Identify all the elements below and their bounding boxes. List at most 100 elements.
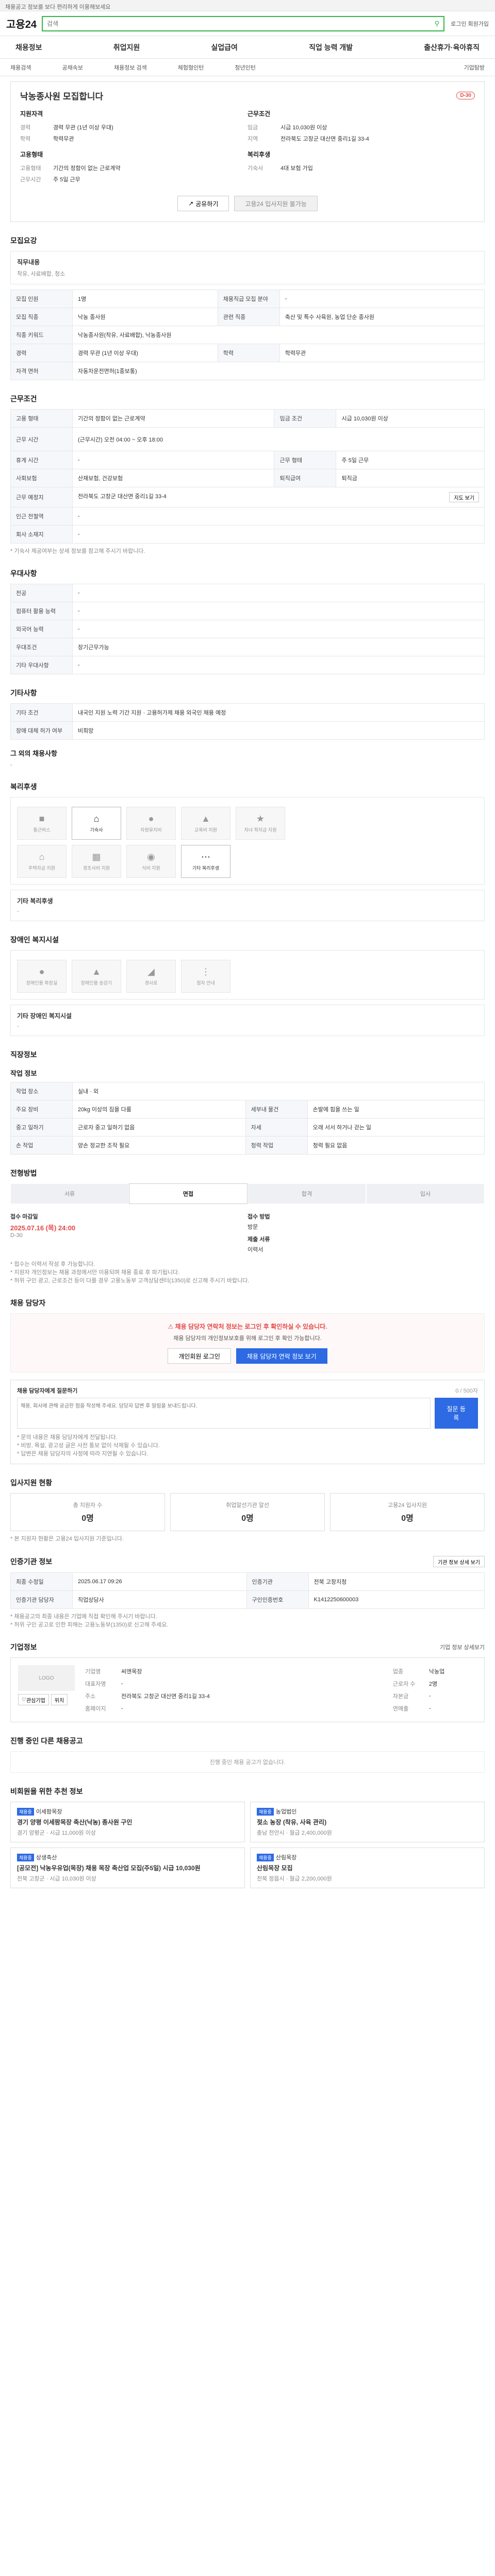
cell-value: 근로자 중고 일하기 없음 (72, 1118, 246, 1137)
submenu-item[interactable]: 청년인턴 (235, 63, 255, 72)
question-submit-button[interactable]: 질문 등록 (434, 1398, 478, 1429)
status-label: 총 지원자 수 (73, 1502, 103, 1509)
follow-company-button[interactable]: ♡ 관심기업 (18, 1694, 49, 1705)
cell-value: 청력 필요 없음 (307, 1136, 485, 1155)
cell-value: 낙농종사원(착유, 사료배합), 낙농종사원 (72, 326, 485, 344)
cell-label: 퇴직급여 (274, 469, 337, 487)
cell-label: 컴퓨터 활용 능력 (10, 602, 73, 620)
follow-label: 관심기업 (26, 1698, 45, 1704)
cell-label: 대표자명 (85, 1681, 106, 1687)
search-input[interactable] (47, 20, 435, 27)
welfare-label: 경조사비 지원 (82, 866, 110, 871)
submenu-item[interactable]: 기업탐방 (464, 63, 485, 72)
search-icon[interactable]: ⚲ (435, 20, 440, 28)
company-detail-link[interactable]: 기업 정보 상세보기 (440, 1643, 485, 1651)
cell-label: 중고 일하기 (10, 1118, 73, 1137)
recommend-card[interactable]: 채용중 이세팜목장 경기 양평 이세팜목장 축산(낙농) 종사원 구인 경기 양평… (10, 1802, 245, 1842)
cell-value: 1명 (72, 290, 218, 308)
login-button[interactable]: 개인회원 로그인 (168, 1348, 231, 1364)
duty-box: 직무내용 착유, 사료배합, 청소 (10, 251, 485, 284)
deadline-block: 접수 마감일 2025.07.16 (목) 24:00 D-30 접수 방법 방… (10, 1212, 485, 1253)
cell-label: 직종 키워드 (10, 326, 73, 344)
site-logo[interactable]: 고용24 (6, 16, 37, 31)
cell-label: 회사 소재지 (10, 525, 73, 544)
recommend-meta: 충남 천안시 · 월급 2,400,000원 (257, 1830, 332, 1836)
cell-label: 모집 인원 (10, 290, 73, 308)
table-row: 홈페이지 - 연매출 - (85, 1702, 477, 1715)
header-links[interactable]: 로그인 회원가입 (451, 20, 489, 28)
conditions-table: 고용 형태 기간의 정함이 없는 근로계약 임금 조건 시급 10,030원 이상 근… (10, 409, 485, 544)
cell-value: 주 5일 근무 (336, 451, 485, 469)
facility-label: 점자 안내 (196, 980, 215, 986)
submenu-item[interactable]: 체험형인턴 (178, 63, 204, 72)
info-detail-button[interactable]: 기관 정보 상세 보기 (433, 1556, 485, 1567)
menu-item-leave[interactable]: 출산휴가·육아휴직 (424, 42, 480, 53)
apply-button[interactable]: 고용24 입사지원 불가능 (234, 196, 318, 211)
summary-left-title2: 고용형태 (20, 151, 43, 158)
recommend-meta: 전북 정읍시 · 월급 2,200,000원 (257, 1876, 332, 1882)
info-heading: 인증기관 정보 (10, 1557, 53, 1566)
question-textarea[interactable] (17, 1398, 431, 1429)
cell-value: - (428, 1705, 431, 1711)
welfare-label: 통근버스 (33, 827, 51, 833)
welfare-extra: 기타 복리후생 - (10, 890, 485, 921)
welfare-label: 기숙사 (90, 827, 103, 833)
cell-value: 시급 10,030원 이상 (336, 409, 485, 428)
cell-value: 전라북도 고창군 대산면 중리1길 33-4 지도 보기 (72, 487, 485, 507)
disability-extra-heading: 기타 장애인 복지시설 (17, 1012, 72, 1020)
submenu-item[interactable]: 공채속보 (62, 63, 82, 72)
cell-label: 우대조건 (10, 638, 73, 656)
ramp-icon: ◢ (147, 967, 155, 977)
menu-item-support[interactable]: 취업지원 (113, 42, 140, 53)
braille-icon: ⋮ (201, 967, 210, 977)
cell-label: 세부내 물건 (245, 1100, 308, 1118)
submenu-item[interactable]: 채용정보 검색 (114, 63, 147, 72)
recommend-company: 산림목장 (275, 1855, 297, 1861)
cell-value: 축산 및 특수 사육원, 농업 단순 종사원 (279, 308, 485, 326)
welfare-extra-heading: 기타 복리후생 (17, 897, 53, 905)
menu-item-benefit[interactable]: 실업급여 (211, 42, 238, 53)
recommend-card[interactable]: 채용중 산림목장 산림목장 모집 전북 정읍시 · 월급 2,200,000원 (250, 1848, 485, 1888)
company-map-button[interactable]: 위치 (51, 1694, 68, 1705)
conditions-note: * 기숙사 제공여부는 상세 정보를 참고해 주시기 바랍니다. (10, 548, 145, 554)
page-footer-space (0, 1888, 495, 1919)
submenu-item[interactable]: 채용검색 (10, 63, 31, 72)
docs-value: 이력서 (248, 1247, 263, 1253)
welfare-label: 자녀 학자금 지원 (244, 827, 277, 833)
cell-value: 양손 정교한 조작 필요 (72, 1136, 246, 1155)
cell-value: 산재보험, 건강보험 (72, 469, 275, 487)
status-badge: 채용중 (257, 1854, 274, 1861)
cell-label: 청력 작업 (245, 1136, 308, 1155)
info-table: 최종 수정일 2025.06.17 09:26 인증기관 전북 고창지청 인증기관 담… (10, 1572, 485, 1609)
gift-icon: ▦ (92, 852, 101, 862)
cell-value: 손발에 힘을 쓰는 일 (307, 1100, 485, 1118)
welfare-box: ■ 통근버스 ⌂ 기숙사 ● 차량유지비 ▲ 교육비 지원 ★ 자녀 학자금 지원 ⌂ 주택… (10, 797, 485, 885)
work-info-table: 작업 장소 실내 · 외 주요 장비 20kg 이상의 짐을 다룸 세부내 물건 손발에… (10, 1082, 485, 1155)
table-row: 손 작업 양손 정교한 조작 필요 청력 작업 청력 필요 없음 (10, 1136, 485, 1155)
recommend-company: 농업법인 (275, 1809, 297, 1815)
meal-icon: ◉ (147, 852, 155, 862)
cell-value: - (72, 620, 485, 638)
welfare-item: ⋯ 기타 복리후생 (181, 845, 230, 878)
welfare-label: 교육비 지원 (194, 827, 217, 833)
cell-label: 자세 (245, 1118, 308, 1137)
table-row: 우대조건 장기근무가능 (10, 638, 485, 656)
cell-value: 실내 · 외 (72, 1082, 485, 1100)
menu-item-jobs[interactable]: 채용정보 (15, 42, 42, 53)
table-row: 직종 키워드 낙농종사원(착유, 사료배합), 낙농종사원 (10, 326, 485, 344)
welfare-item: ● 차량유지비 (126, 807, 176, 840)
share-button[interactable]: ↗ 공유하기 (177, 196, 229, 211)
recommend-card[interactable]: 채용중 상생축산 [공모전] 낙농우유업(목장) 채용 목장 축산업 모집(주5일… (10, 1848, 245, 1888)
method-value: 방문 (248, 1224, 258, 1230)
field-label: 지역 (248, 136, 258, 142)
view-contact-button[interactable]: 채용 담당자 연락 정보 보기 (236, 1348, 327, 1364)
cell-label: 기타 우대사항 (10, 656, 73, 674)
map-button[interactable]: 지도 보기 (449, 492, 479, 502)
menu-item-training[interactable]: 직업 능력 개발 (309, 42, 353, 53)
cell-label: 최종 수정일 (10, 1572, 73, 1591)
recommend-card[interactable]: 채용중 농업법인 젖소 농장 (착유, 사육 관리) 충남 천안시 · 월급 2,… (250, 1802, 485, 1842)
status-label: 고용24 입사지원 (387, 1502, 427, 1509)
cell-value: (근무시간) 오전 04:00 ~ 오후 18:00 (72, 427, 485, 451)
welfare-item: ■ 통근버스 (17, 807, 67, 840)
elevator-icon: ▲ (92, 967, 101, 977)
